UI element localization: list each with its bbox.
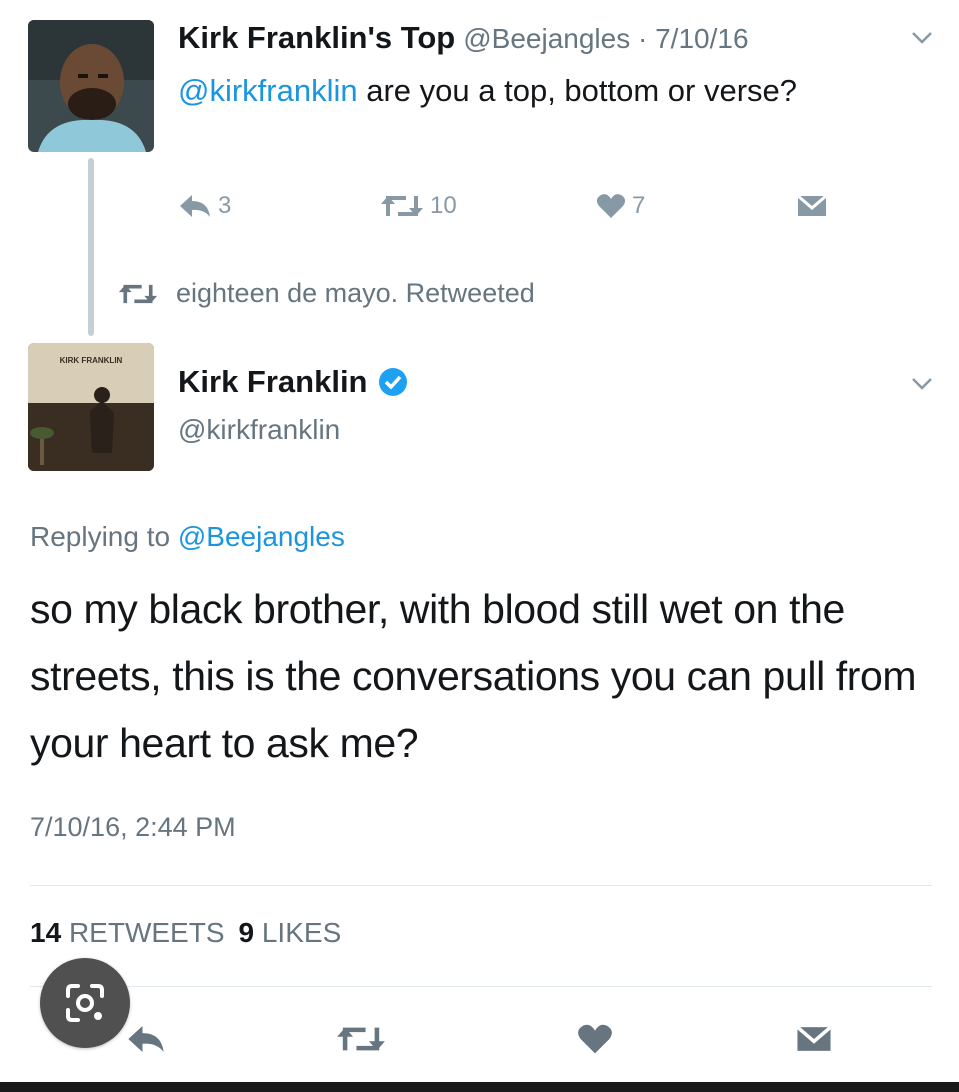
tweet1-handle-date[interactable]: @Beejangles · 7/10/16 [463, 23, 748, 54]
verified-badge-icon [378, 368, 407, 396]
replying-prefix: Replying to [30, 521, 178, 552]
divider [30, 885, 932, 886]
divider [30, 986, 932, 987]
tweet1-retweet-button[interactable]: 10 [380, 188, 457, 224]
direct-message-icon [796, 1026, 832, 1051]
thread-connector-line [88, 158, 94, 336]
tweet2-retweet-button[interactable] [336, 1014, 386, 1064]
tweet1-text: @kirkfranklin are you a top, bottom or v… [178, 68, 868, 114]
tweet2-display-name[interactable]: Kirk Franklin [178, 364, 368, 400]
tweet1-display-name[interactable]: Kirk Franklin's Top [178, 20, 455, 55]
tweet1-mention-link[interactable]: @kirkfranklin [178, 73, 358, 108]
lens-search-button[interactable] [40, 958, 130, 1048]
reply-icon [180, 195, 210, 217]
lens-search-icon [66, 984, 104, 1022]
tweet2-body: so my black brother, with blood still we… [30, 586, 917, 766]
retweet-icon [381, 196, 423, 216]
reply-icon [128, 1026, 164, 1052]
retweet-icon [118, 284, 158, 303]
replying-to: Replying to @Beejangles [30, 521, 345, 553]
retweets-label: RETWEETS [68, 917, 225, 948]
likes-stat[interactable]: 9 LIKES [239, 917, 342, 948]
user-photo-icon [28, 20, 154, 152]
tweet1-reply-button[interactable]: 3 [178, 188, 231, 224]
tweet2-like-button[interactable] [577, 1014, 613, 1064]
likes-label: LIKES [261, 917, 342, 948]
tweet1-avatar[interactable] [28, 20, 154, 152]
album-cover-icon: KIRK FRANKLIN [28, 343, 154, 471]
tweet2-timestamp[interactable]: 7/10/16, 2:44 PM [30, 812, 236, 843]
heart-icon [596, 194, 626, 218]
bottom-edge-bar [0, 1082, 959, 1092]
tweet2-handle[interactable]: @kirkfranklin [178, 414, 340, 446]
tweet2-avatar[interactable]: KIRK FRANKLIN [28, 343, 154, 471]
retweet-icon [337, 1027, 385, 1051]
chevron-down-icon[interactable] [910, 30, 934, 46]
direct-message-icon [797, 195, 827, 216]
tweet2-dm-button[interactable] [796, 1014, 832, 1064]
tweet1-body: are you a top, bottom or verse? [357, 73, 798, 108]
tweet1-header: Kirk Franklin's Top @Beejangles · 7/10/16 [178, 20, 749, 56]
tweet2-reply-button[interactable] [126, 1014, 166, 1064]
tweet2-stats: 14 RETWEETS 9 LIKES [30, 917, 341, 949]
retweets-stat[interactable]: 14 RETWEETS [30, 917, 225, 948]
reply-count: 3 [218, 192, 232, 219]
tweet2-name-row: Kirk Franklin [178, 364, 408, 400]
heart-icon [578, 1024, 612, 1054]
retweets-count: 14 [30, 917, 62, 948]
tweet1-dm-button[interactable] [797, 188, 827, 224]
retweet-count: 10 [430, 192, 457, 219]
retweet-context: eighteen de mayo. Retweeted [118, 278, 535, 309]
chevron-down-icon[interactable] [910, 376, 934, 392]
likes-count: 9 [238, 917, 255, 948]
album-cover-title: KIRK FRANKLIN [60, 356, 123, 365]
tweet1-like-button[interactable]: 7 [596, 188, 645, 224]
retweet-context-text[interactable]: eighteen de mayo. Retweeted [176, 278, 535, 309]
replying-to-link[interactable]: @Beejangles [178, 521, 345, 552]
like-count: 7 [632, 192, 646, 219]
